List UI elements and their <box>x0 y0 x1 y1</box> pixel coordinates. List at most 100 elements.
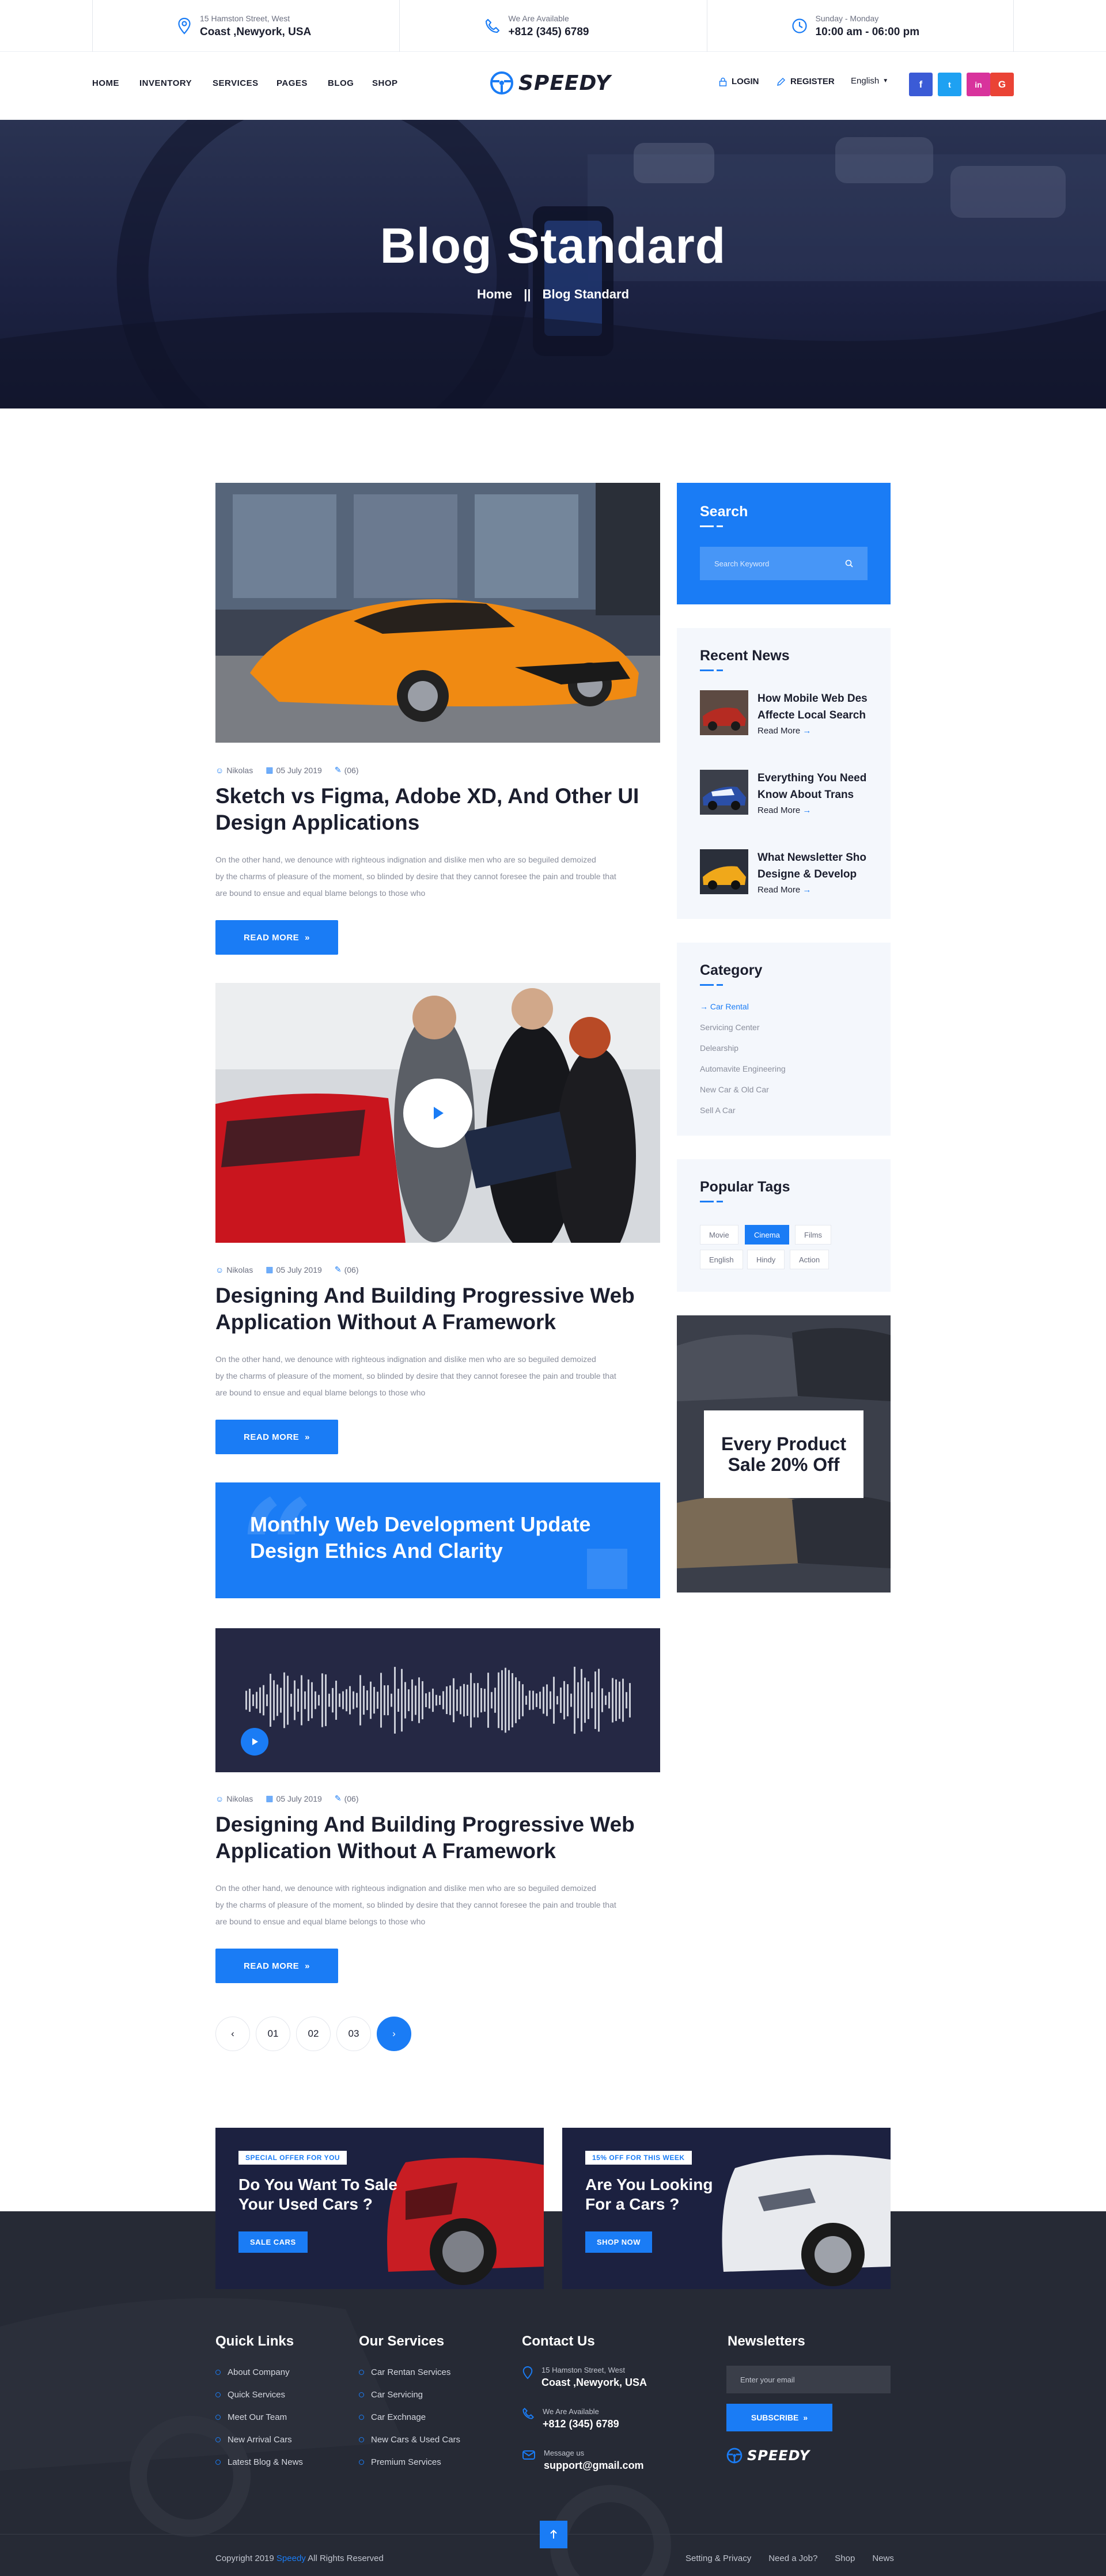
category-item[interactable]: Servicing Center <box>700 1023 760 1032</box>
login-link[interactable]: LOGIN <box>719 77 759 86</box>
post-1-title[interactable]: Sketch vs Figma, Adobe XD, And Other UI D… <box>215 783 660 836</box>
location-pin-icon <box>522 2366 533 2380</box>
sale-ad-banner[interactable]: Every Product Sale 20% Off <box>677 1315 891 1592</box>
category-item[interactable]: New Car & Old Car <box>700 1085 769 1094</box>
register-link[interactable]: REGISTER <box>777 77 835 86</box>
waveform-bar <box>294 1680 296 1720</box>
waveform-bar <box>577 1682 579 1719</box>
post-2-read-more-button[interactable]: READ MORE » <box>215 1420 338 1454</box>
recent-news-read-more[interactable]: Read More → <box>757 805 811 815</box>
footer-link[interactable]: Quick Services <box>215 2390 285 2400</box>
footer-logo[interactable]: SPEEDY <box>726 2448 810 2464</box>
footer-link[interactable]: New Cars & Used Cars <box>359 2435 460 2445</box>
footer-link[interactable]: New Arrival Cars <box>215 2435 292 2445</box>
author[interactable]: ☺ Nikolas <box>215 1265 253 1274</box>
quote-post[interactable]: “ Monthly Web Development Update Design … <box>215 1482 660 1598</box>
pagination-prev[interactable]: ‹ <box>215 2017 250 2051</box>
footer-link[interactable]: Meet Our Team <box>215 2412 287 2422</box>
recent-news-read-more[interactable]: Read More → <box>757 885 811 895</box>
waveform-bar <box>301 1675 302 1726</box>
pagination-page-1[interactable]: 01 <box>256 2017 290 2051</box>
back-to-top-button[interactable] <box>540 2521 567 2548</box>
site-logo[interactable]: SPEEDY <box>490 71 611 95</box>
nav-services[interactable]: SERVICES <box>213 78 259 88</box>
waveform-bar <box>373 1686 375 1714</box>
post-2-title[interactable]: Designing And Building Progressive Web Ap… <box>215 1283 660 1336</box>
comments[interactable]: ✎ (06) <box>335 765 359 775</box>
post-3-title[interactable]: Designing And Building Progressive Web Ap… <box>215 1811 660 1864</box>
recent-news-item[interactable]: Everything You Need Know About Trans Read… <box>700 770 873 818</box>
footer-link[interactable]: Premium Services <box>359 2457 441 2467</box>
waveform-bar <box>318 1694 320 1706</box>
page-hero: Blog Standard Home || Blog Standard <box>0 120 1106 408</box>
subscribe-button[interactable]: SUBSCRIBE » <box>726 2404 832 2431</box>
recent-news-item[interactable]: How Mobile Web Des Affecte Local Search R… <box>700 690 873 739</box>
promo-sell-cars[interactable]: SPECIAL OFFER FOR YOU Do You Want To Sal… <box>215 2128 544 2289</box>
recent-news-item[interactable]: What Newsletter Sho Designe & Develop Rea… <box>700 849 873 898</box>
pagination-page-2[interactable]: 02 <box>296 2017 331 2051</box>
promo-shop-cars[interactable]: 15% OFF FOR THIS WEEK Are You Looking For… <box>562 2128 891 2289</box>
comments[interactable]: ✎ (06) <box>335 1265 359 1274</box>
audio-play-button[interactable] <box>241 1728 268 1756</box>
google-button[interactable]: G <box>990 73 1014 96</box>
nav-shop[interactable]: SHOP <box>372 78 398 88</box>
tag-item[interactable]: Action <box>790 1250 830 1269</box>
footer-link[interactable]: Car Exchnage <box>359 2412 426 2422</box>
category-item-active[interactable]: → Car Rental <box>700 1002 749 1011</box>
twitter-button[interactable]: t <box>938 73 961 96</box>
footer-link[interactable]: Car Servicing <box>359 2390 423 2400</box>
post-3-audio-player[interactable] <box>215 1628 660 1772</box>
footer-link[interactable]: About Company <box>215 2367 290 2377</box>
search-icon[interactable] <box>845 559 853 568</box>
date: ▦ 05 July 2019 <box>266 1265 322 1274</box>
post-3-read-more-button[interactable]: READ MORE » <box>215 1949 338 1983</box>
breadcrumb-home[interactable]: Home <box>477 287 512 301</box>
search-input[interactable]: Search Keyword <box>700 547 868 580</box>
category-item[interactable]: Sell A Car <box>700 1106 735 1115</box>
footer-bottom-link[interactable]: Setting & Privacy <box>685 2554 751 2563</box>
nav-pages[interactable]: PAGES <box>276 78 308 88</box>
shop-now-button[interactable]: SHOP NOW <box>585 2231 652 2253</box>
footer-bottom-link[interactable]: News <box>872 2554 894 2563</box>
top-info-bar: 15 Hamston Street, West Coast ,Newyork, U… <box>0 0 1106 52</box>
sale-cars-button[interactable]: SALE CARS <box>238 2231 308 2253</box>
copyright-brand-link[interactable]: Speedy <box>276 2554 306 2563</box>
instagram-button[interactable]: in <box>967 73 990 96</box>
tag-item-active[interactable]: Cinema <box>745 1225 789 1245</box>
tag-item[interactable]: Hindy <box>747 1250 785 1269</box>
tag-item[interactable]: Films <box>795 1225 832 1245</box>
footer-bottom-link[interactable]: Shop <box>835 2554 855 2563</box>
tag-item[interactable]: English <box>700 1250 743 1269</box>
language-select[interactable]: English ▼ <box>851 76 888 86</box>
footer-bottom-link[interactable]: Need a Job? <box>768 2554 817 2563</box>
waveform-bar <box>297 1689 299 1712</box>
calendar-icon: ▦ <box>266 1794 274 1803</box>
waveform-bar <box>401 1669 403 1732</box>
footer-bottom-links: Setting & Privacy Need a Job? Shop News <box>685 2554 894 2563</box>
category-item[interactable]: Automavite Engineering <box>700 1064 786 1073</box>
comments[interactable]: ✎ (06) <box>335 1794 359 1803</box>
footer-link[interactable]: Latest Blog & News <box>215 2457 303 2467</box>
author[interactable]: ☺ Nikolas <box>215 1794 253 1803</box>
newsletter-email-input[interactable]: Enter your email <box>726 2366 891 2393</box>
nav-inventory[interactable]: INVENTORY <box>139 78 192 88</box>
post-2-image[interactable] <box>215 983 660 1243</box>
footer-email-big[interactable]: support@gmail.com <box>544 2460 644 2472</box>
post-1-image[interactable] <box>215 483 660 743</box>
user-icon: ☺ <box>215 1794 224 1803</box>
post-3-excerpt-line2: by the charms of pleasure of the moment,… <box>215 1900 616 1909</box>
nav-blog[interactable]: BLOG <box>328 78 354 88</box>
footer-phone-big: +812 (345) 6789 <box>543 2418 619 2430</box>
category-item[interactable]: Delearship <box>700 1043 738 1053</box>
nav-home[interactable]: HOME <box>92 78 119 88</box>
facebook-button[interactable]: f <box>909 73 933 96</box>
footer-link[interactable]: Car Rentan Services <box>359 2367 450 2377</box>
pagination-next[interactable]: › <box>377 2017 411 2051</box>
recent-news-read-more[interactable]: Read More → <box>757 726 811 736</box>
pagination-page-3[interactable]: 03 <box>336 2017 371 2051</box>
post-1-read-more-button[interactable]: READ MORE » <box>215 920 338 955</box>
tag-item[interactable]: Movie <box>700 1225 738 1245</box>
author[interactable]: ☺ Nikolas <box>215 766 253 775</box>
waveform-bar <box>359 1675 361 1726</box>
video-play-button[interactable] <box>403 1079 472 1148</box>
